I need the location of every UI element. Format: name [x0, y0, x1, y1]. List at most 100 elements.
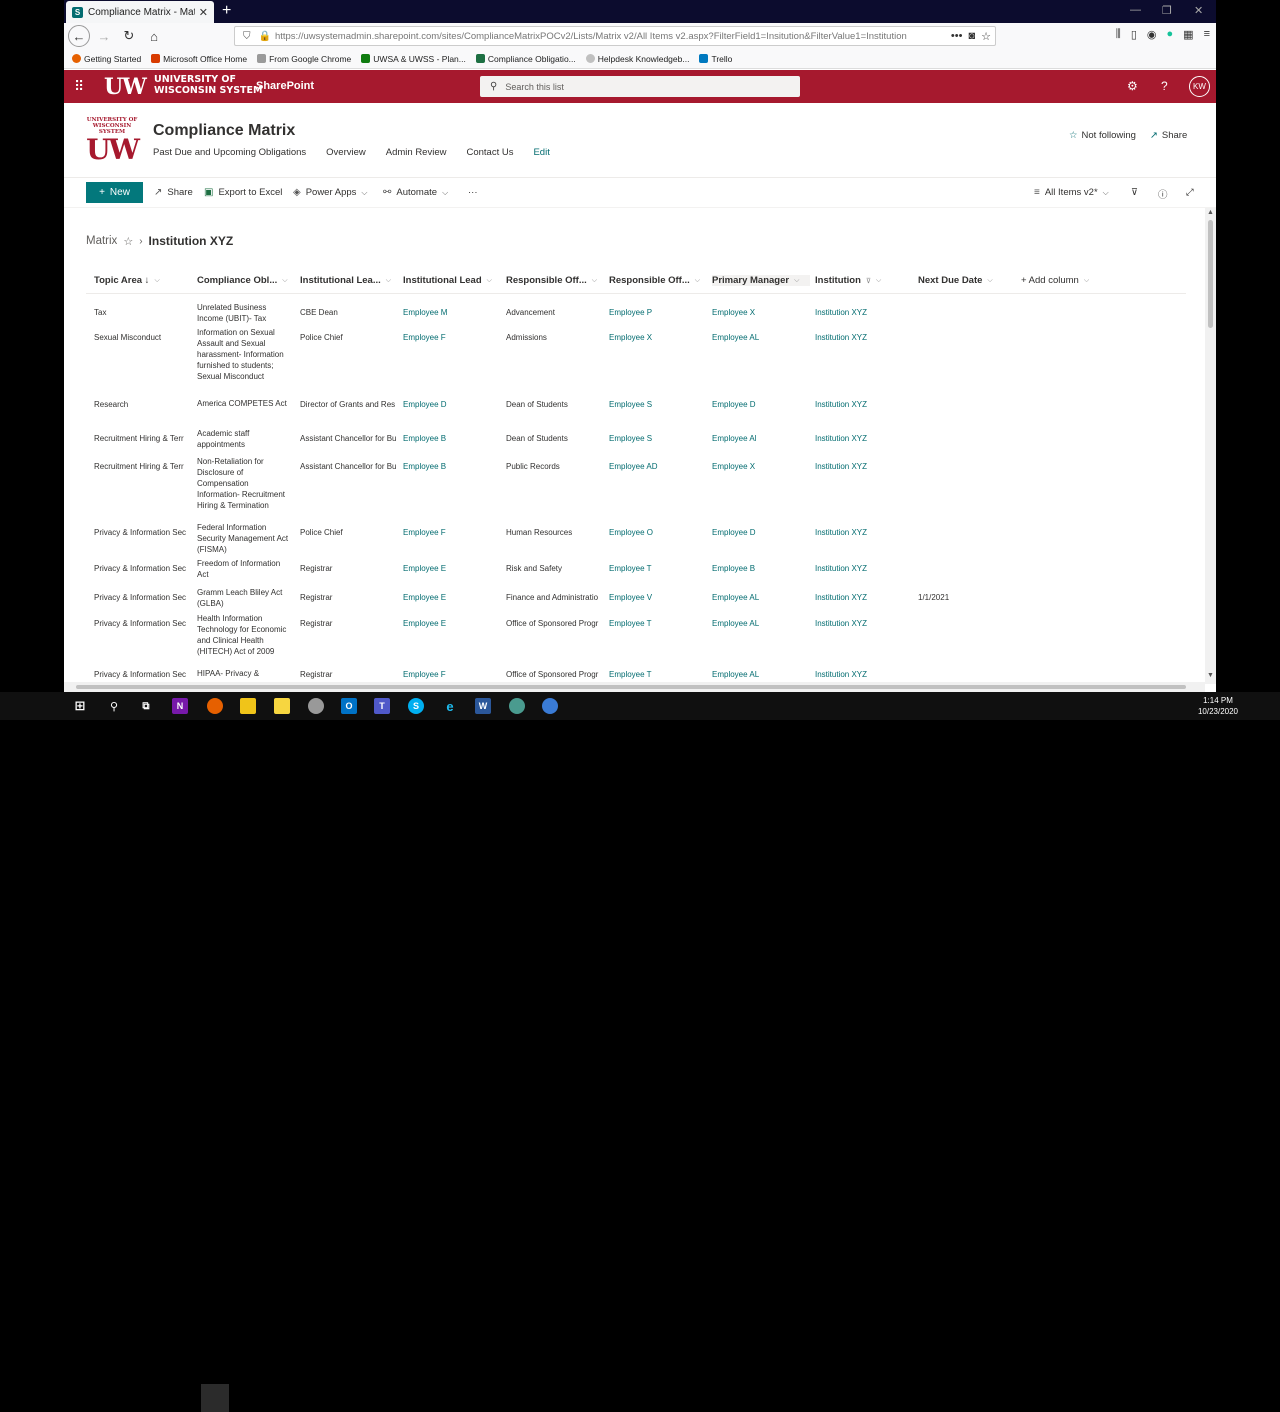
onenote-icon[interactable]: N: [172, 698, 188, 714]
bookmark-item[interactable]: Getting Started: [72, 54, 141, 64]
gear-icon[interactable]: ⚙: [1127, 79, 1138, 93]
firefox-icon[interactable]: [207, 698, 223, 714]
scroll-up-icon[interactable]: ▲: [1207, 209, 1214, 216]
cell-manager[interactable]: Employee AL: [712, 592, 808, 603]
bookmark-star-icon[interactable]: ☆: [981, 30, 991, 43]
breadcrumb-root[interactable]: Matrix: [86, 235, 117, 247]
cell-lead[interactable]: Employee D: [403, 399, 499, 410]
scroll-down-icon[interactable]: ▼: [1207, 672, 1214, 679]
scroll-thumb[interactable]: [1208, 220, 1213, 328]
cell-manager[interactable]: Employee D: [712, 527, 808, 538]
cell-institution[interactable]: Institution XYZ: [815, 307, 911, 318]
menu-icon[interactable]: ≡: [1204, 28, 1210, 41]
reload-icon[interactable]: ↻: [118, 25, 140, 47]
nav-edit-link[interactable]: Edit: [533, 147, 549, 158]
cell-manager[interactable]: Employee AL: [712, 618, 808, 629]
uw-logo-text[interactable]: UNIVERSITY OF WISCONSIN SYSTEM: [154, 74, 262, 96]
app-icon[interactable]: [308, 698, 324, 714]
bookmark-item[interactable]: UWSA & UWSS - Plan...: [361, 54, 466, 64]
filter-icon[interactable]: ⊽: [1131, 187, 1138, 198]
cell-lead[interactable]: Employee F: [403, 669, 499, 680]
library-icon[interactable]: ⫼: [1116, 28, 1121, 41]
cell-officer[interactable]: Employee T: [609, 618, 705, 629]
cell-institution[interactable]: Institution XYZ: [815, 618, 911, 629]
bookmark-item[interactable]: Compliance Obligatio...: [475, 54, 576, 64]
view-selector[interactable]: ≡ All Items v2* ⌵: [1034, 187, 1109, 198]
cell-manager[interactable]: Employee AL: [712, 332, 808, 343]
cell-institution[interactable]: Institution XYZ: [815, 433, 911, 444]
cell-officer[interactable]: Employee T: [609, 669, 705, 680]
extensions-icon[interactable]: ▦: [1183, 28, 1193, 41]
teams-icon[interactable]: T: [374, 698, 390, 714]
cell-officer[interactable]: Employee T: [609, 563, 705, 574]
cell-manager[interactable]: Employee Al: [712, 433, 808, 444]
windows-start-icon[interactable]: ⊞: [72, 698, 88, 714]
cell-manager[interactable]: Employee D: [712, 399, 808, 410]
cell-officer[interactable]: Employee P: [609, 307, 705, 318]
sticky-notes-icon[interactable]: [274, 698, 290, 714]
word-icon[interactable]: W: [475, 698, 491, 714]
bookmark-item[interactable]: From Google Chrome: [257, 54, 351, 64]
new-tab-icon[interactable]: +: [222, 2, 231, 20]
pocket-icon[interactable]: ◙: [968, 30, 975, 42]
bookmark-item[interactable]: Helpdesk Knowledgeb...: [585, 54, 689, 64]
page-actions-icon[interactable]: •••: [951, 30, 963, 42]
horizontal-scrollbar[interactable]: [64, 682, 1205, 692]
cell-manager[interactable]: Employee X: [712, 461, 808, 472]
sharepoint-link[interactable]: SharePoint: [256, 80, 314, 92]
avatar[interactable]: KW: [1189, 76, 1210, 97]
page-title[interactable]: Compliance Matrix: [153, 122, 295, 140]
forward-icon[interactable]: →: [93, 25, 115, 47]
nav-admin-review[interactable]: Admin Review: [386, 147, 447, 158]
minimize-icon[interactable]: —: [1130, 4, 1141, 16]
address-bar[interactable]: ⛉ 🔒 https://uwsystemadmin.sharepoint.com…: [234, 26, 996, 46]
home-icon[interactable]: ⌂: [143, 25, 165, 47]
more-commands-button[interactable]: ···: [468, 187, 478, 198]
info-icon[interactable]: ⓘ: [1158, 187, 1168, 201]
file-explorer-icon[interactable]: [240, 698, 256, 714]
cell-lead[interactable]: Employee E: [403, 592, 499, 603]
expand-icon[interactable]: ⤢: [1186, 187, 1194, 198]
cell-manager[interactable]: Employee B: [712, 563, 808, 574]
close-tab-icon[interactable]: ✕: [199, 6, 208, 19]
internet-explorer-icon[interactable]: e: [442, 698, 458, 714]
uw-logo-mark[interactable]: UW: [104, 74, 147, 100]
vertical-scrollbar[interactable]: ▲ ▼: [1205, 208, 1216, 684]
site-share-button[interactable]: ↗ Share: [1150, 130, 1187, 141]
app-launcher-icon[interactable]: ⠿: [74, 79, 86, 93]
cell-officer[interactable]: Employee S: [609, 433, 705, 444]
skype-icon[interactable]: S: [408, 698, 424, 714]
nav-past-due[interactable]: Past Due and Upcoming Obligations: [153, 147, 306, 158]
cell-officer[interactable]: Employee V: [609, 592, 705, 603]
help-icon[interactable]: ?: [1161, 79, 1168, 93]
cell-lead[interactable]: Employee F: [403, 527, 499, 538]
nav-overview[interactable]: Overview: [326, 147, 366, 158]
favorite-star-icon[interactable]: ☆: [123, 235, 133, 248]
cell-lead[interactable]: Employee B: [403, 461, 499, 472]
app-icon[interactable]: [542, 698, 558, 714]
grammarly-icon[interactable]: ●: [1167, 28, 1174, 41]
account-icon[interactable]: ◉: [1147, 28, 1157, 41]
automate-button[interactable]: ⚯ Automate ⌵: [383, 187, 448, 198]
cell-institution[interactable]: Institution XYZ: [815, 332, 911, 343]
export-excel-button[interactable]: ▣ Export to Excel: [204, 187, 282, 198]
scroll-thumb[interactable]: [76, 685, 1186, 689]
cell-institution[interactable]: Institution XYZ: [815, 527, 911, 538]
follow-button[interactable]: ☆ Not following: [1069, 130, 1136, 141]
power-apps-button[interactable]: ◈ Power Apps ⌵: [293, 187, 367, 198]
cell-officer[interactable]: Employee AD: [609, 461, 705, 472]
search-input[interactable]: ⚲ Search this list: [480, 76, 800, 97]
cell-institution[interactable]: Institution XYZ: [815, 563, 911, 574]
bookmark-item[interactable]: Trello: [699, 54, 732, 64]
new-button[interactable]: + New: [86, 182, 143, 203]
nav-contact-us[interactable]: Contact Us: [466, 147, 513, 158]
cell-lead[interactable]: Employee F: [403, 332, 499, 343]
cell-institution[interactable]: Institution XYZ: [815, 592, 911, 603]
search-icon[interactable]: ⚲: [106, 698, 122, 714]
cell-institution[interactable]: Institution XYZ: [815, 461, 911, 472]
task-view-icon[interactable]: ⧉: [138, 698, 154, 714]
cell-institution[interactable]: Institution XYZ: [815, 669, 911, 680]
share-button[interactable]: ↗ Share: [154, 187, 193, 198]
cell-lead[interactable]: Employee E: [403, 618, 499, 629]
site-logo[interactable]: UNIVERSITY OF WISCONSIN SYSTEM UW: [86, 117, 140, 165]
